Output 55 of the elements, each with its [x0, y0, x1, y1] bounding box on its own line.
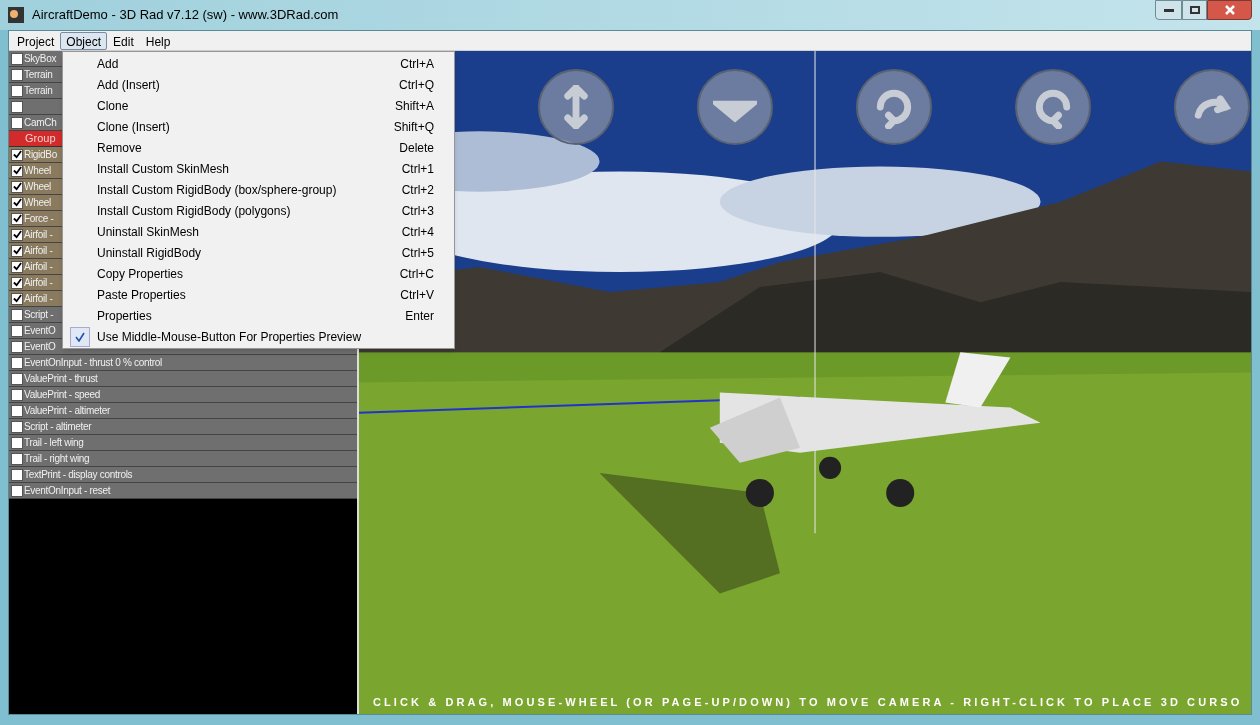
object-label: RigidBo	[24, 148, 57, 162]
window-title: AircraftDemo - 3D Rad v7.12 (sw) - www.3DRad.com	[32, 6, 339, 25]
object-label: Terrain	[24, 84, 53, 98]
menu-entry-label: Add (Insert)	[97, 76, 160, 94]
menu-entry-label: Properties	[97, 307, 152, 325]
object-label: ValuePrint - speed	[24, 388, 101, 402]
shortcut: Shift+Q	[393, 118, 434, 136]
shortcut: Ctrl+1	[401, 160, 434, 178]
object-label: Trail - right wing	[24, 452, 90, 466]
object-label: EventOnInput - reset	[24, 484, 111, 498]
shortcut: Delete	[399, 139, 434, 157]
object-label: Airfoil -	[24, 260, 53, 274]
object-label: EventO	[24, 340, 56, 354]
object-label: CamCh	[24, 116, 57, 130]
object-label: Trail - left wing	[24, 436, 84, 450]
menu-entry-label: Uninstall RigidBody	[97, 244, 202, 262]
object-label: ValuePrint - thrust	[24, 372, 98, 386]
object-label: Airfoil -	[24, 292, 53, 306]
menu-entry-label: Uninstall SkinMesh	[97, 223, 200, 241]
shortcut: Shift+A	[394, 97, 434, 115]
shortcut: Enter	[405, 307, 434, 325]
menu-entry-label: Copy Properties	[97, 265, 184, 283]
menu-entry-label: Use Middle-Mouse-Button For Properties Preview	[97, 328, 362, 346]
shortcut: Ctrl+4	[401, 223, 434, 241]
menu-entry-label: Install Custom RigidBody (box/sphere-group)	[97, 181, 337, 199]
object-label: EventO	[24, 324, 56, 338]
shortcut: Ctrl+V	[400, 286, 434, 304]
object-label: Airfoil -	[24, 228, 53, 242]
shortcut: Ctrl+2	[401, 181, 434, 199]
shortcut: Ctrl+C	[399, 265, 434, 283]
menu-entry-label: Paste Properties	[97, 286, 186, 304]
object-label: Wheel	[24, 196, 51, 210]
viewport-hint: CLICK & DRAG, MOUSE-WHEEL (OR PAGE-UP/DOWN) TO MOVE CAMERA - RIGHT-CLICK TO PLACE 3D CURSO	[373, 694, 1243, 710]
shortcut: Ctrl+5	[401, 244, 434, 262]
object-label: Wheel	[24, 164, 51, 178]
object-label: SkyBox	[24, 52, 57, 66]
menu-entry-label: Clone	[97, 97, 129, 115]
object-label: Script - altimeter	[24, 420, 92, 434]
menu-entry-label: Remove	[97, 139, 142, 157]
object-label: EventOnInput - thrust 0 % control	[24, 356, 162, 370]
menu-entry-label: Clone (Insert)	[97, 118, 170, 136]
menu-entry-label: Install Custom RigidBody (polygons)	[97, 202, 291, 220]
object-label: Airfoil -	[24, 276, 53, 290]
object-label: Force -	[24, 212, 54, 226]
object-label: ValuePrint - altimeter	[24, 404, 111, 418]
object-label: TextPrint - display controls	[24, 468, 133, 482]
menu-entry-label: Install Custom SkinMesh	[97, 160, 230, 178]
object-label: Terrain	[24, 68, 53, 82]
object-label: Script -	[24, 308, 54, 322]
shortcut: Ctrl+A	[400, 55, 434, 73]
menu-entry-label: Add	[97, 55, 119, 73]
shortcut: Ctrl+Q	[399, 76, 434, 94]
shortcut: Ctrl+3	[401, 202, 434, 220]
object-label: Wheel	[24, 180, 51, 194]
object-label: Airfoil -	[24, 244, 53, 258]
